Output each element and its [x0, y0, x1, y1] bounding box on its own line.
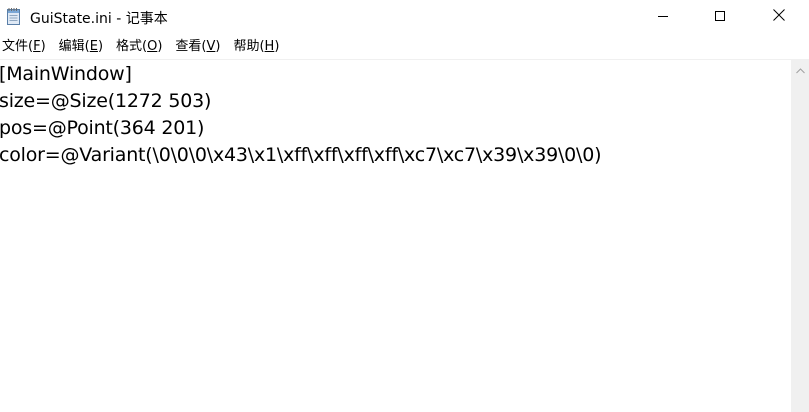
menu-format[interactable]: 格式(O): [113, 37, 166, 57]
notepad-window: GuiState.ini - 记事本 文件(F) 编辑(E) 格式(O) 查看(…: [0, 0, 809, 412]
maximize-button[interactable]: [697, 0, 743, 33]
close-button[interactable]: [756, 0, 802, 33]
menu-file[interactable]: 文件(F): [0, 37, 50, 57]
window-title: GuiState.ini - 记事本: [30, 11, 168, 27]
menu-view[interactable]: 查看(V): [172, 37, 224, 57]
menu-edit[interactable]: 编辑(E): [56, 37, 107, 57]
editor-line: [MainWindow]: [0, 63, 132, 85]
scroll-up-button[interactable]: [791, 60, 809, 77]
menu-bar: 文件(F) 编辑(E) 格式(O) 查看(V) 帮助(H): [0, 36, 809, 58]
title-bar[interactable]: GuiState.ini - 记事本: [0, 0, 809, 33]
menu-help[interactable]: 帮助(H): [230, 37, 283, 57]
editor-line: pos=@Point(364 201): [0, 117, 205, 139]
maximize-icon: [714, 7, 726, 26]
close-icon: [772, 7, 786, 26]
vertical-scrollbar[interactable]: [791, 60, 809, 412]
editor-line: color=@Variant(\0\0\0\x43\x1\xff\xff\xff…: [0, 144, 602, 166]
editor-line: size=@Size(1272 503): [0, 90, 212, 112]
text-editor[interactable]: [MainWindow] size=@Size(1272 503) pos=@P…: [0, 60, 791, 412]
notepad-icon: [6, 7, 22, 25]
scroll-up-arrow-icon: [795, 59, 805, 78]
minimize-button[interactable]: [640, 0, 686, 33]
minimize-icon: [657, 7, 669, 26]
